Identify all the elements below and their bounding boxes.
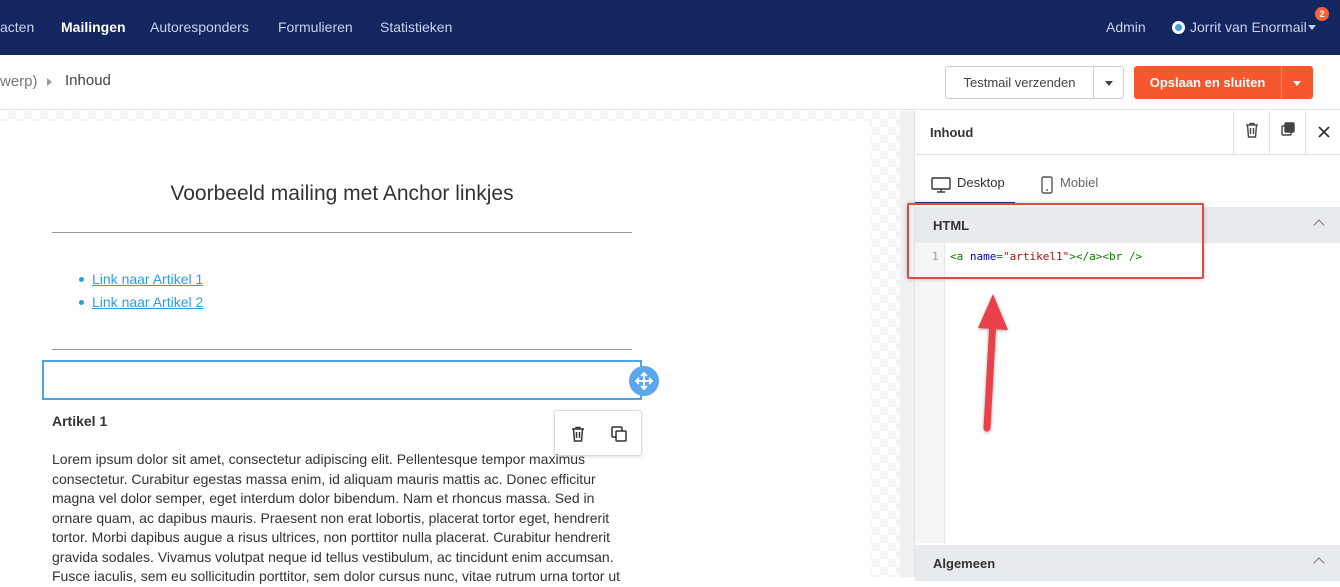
anchor-link-list: Link naar Artikel 1 Link naar Artikel 2 bbox=[78, 268, 203, 314]
breadcrumb-current: Inhoud bbox=[65, 72, 111, 89]
breadcrumb-previous[interactable]: werp) bbox=[0, 73, 38, 90]
panel-header: Inhoud bbox=[915, 111, 1340, 155]
power-icon bbox=[1172, 21, 1185, 34]
panel-title: Inhoud bbox=[930, 125, 974, 140]
testmail-button[interactable]: Testmail verzenden bbox=[946, 67, 1094, 98]
nav-admin-link[interactable]: Admin bbox=[1106, 19, 1146, 35]
anchor-link[interactable]: Link naar Artikel 1 bbox=[92, 271, 203, 287]
divider bbox=[52, 232, 632, 233]
trash-icon[interactable] bbox=[568, 424, 588, 444]
list-item: Link naar Artikel 1 bbox=[78, 268, 203, 291]
view-tabs: Desktop Mobiel bbox=[915, 155, 1340, 205]
duplicate-icon[interactable] bbox=[1269, 111, 1305, 155]
selected-html-block[interactable] bbox=[42, 360, 642, 400]
arrow-annotation bbox=[978, 294, 1008, 432]
section-algemeen-label: Algemeen bbox=[933, 556, 996, 571]
line-gutter: 1 bbox=[915, 243, 945, 543]
list-item: Link naar Artikel 2 bbox=[78, 291, 203, 314]
nav-item-mailingen[interactable]: Mailingen bbox=[61, 19, 126, 35]
canvas-scrollbar[interactable] bbox=[900, 111, 914, 577]
chevron-up-icon[interactable] bbox=[1313, 219, 1325, 231]
notification-badge[interactable]: 2 bbox=[1315, 7, 1329, 21]
top-navigation: acten Mailingen Autoresponders Formulier… bbox=[0, 0, 1340, 55]
nav-item-contacten[interactable]: acten bbox=[0, 19, 34, 35]
editor-header: werp) Inhoud Testmail verzenden Opslaan … bbox=[0, 55, 1340, 110]
caret-down-icon[interactable] bbox=[1293, 81, 1301, 86]
breadcrumb-separator-icon bbox=[47, 78, 52, 86]
save-button-group: Opslaan en sluiten bbox=[1134, 66, 1313, 99]
nav-item-statistieken[interactable]: Statistieken bbox=[380, 19, 452, 35]
tab-desktop-label: Desktop bbox=[957, 175, 1005, 190]
move-icon[interactable] bbox=[629, 366, 659, 396]
desktop-icon bbox=[931, 177, 951, 198]
nav-item-autoresponders[interactable]: Autoresponders bbox=[150, 19, 249, 35]
testmail-button-group: Testmail verzenden bbox=[945, 66, 1124, 99]
section-algemeen[interactable]: Algemeen bbox=[915, 545, 1340, 581]
caret-down-icon[interactable] bbox=[1105, 81, 1113, 86]
chevron-up-icon[interactable] bbox=[1313, 557, 1325, 569]
close-icon[interactable] bbox=[1305, 111, 1340, 155]
divider bbox=[52, 349, 632, 350]
tab-mobiel-label: Mobiel bbox=[1060, 175, 1099, 190]
anchor-link[interactable]: Link naar Artikel 2 bbox=[92, 294, 203, 310]
article-heading[interactable]: Artikel 1 bbox=[52, 413, 107, 429]
duplicate-icon[interactable] bbox=[609, 424, 629, 444]
nav-item-formulieren[interactable]: Formulieren bbox=[278, 19, 353, 35]
trash-icon[interactable] bbox=[1233, 111, 1269, 155]
user-name: Jorrit van Enormail bbox=[1190, 19, 1307, 35]
save-and-close-button[interactable]: Opslaan en sluiten bbox=[1134, 66, 1282, 99]
caret-down-icon[interactable] bbox=[1308, 25, 1316, 30]
annotation-highlight-box bbox=[907, 203, 1204, 279]
mobile-icon bbox=[1041, 176, 1053, 199]
article-body[interactable]: Lorem ipsum dolor sit amet, consectetur … bbox=[52, 450, 632, 587]
mail-title[interactable]: Voorbeeld mailing met Anchor linkjes bbox=[52, 182, 632, 206]
